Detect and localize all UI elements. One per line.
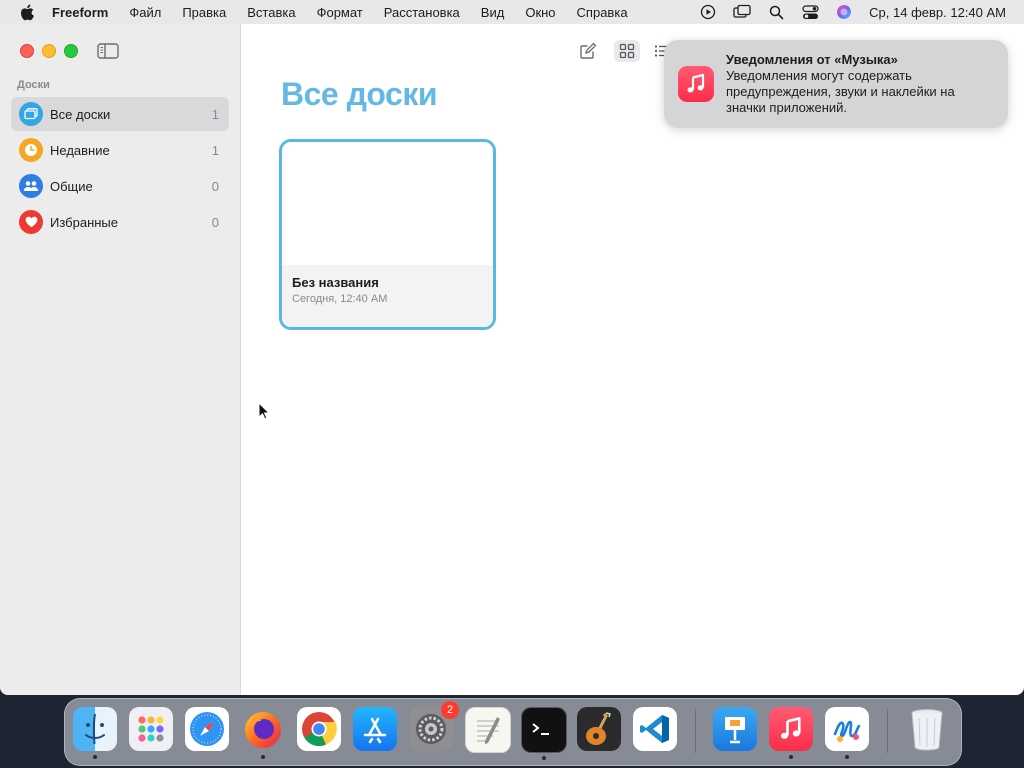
people-icon xyxy=(19,174,43,198)
sidebar-item-count: 1 xyxy=(211,142,219,158)
sidebar-item-label: Все доски xyxy=(50,106,111,122)
page-title: Все доски xyxy=(281,76,438,112)
menu-format[interactable]: Формат xyxy=(317,5,363,20)
notification-body: Уведомления могут содержать предупрежден… xyxy=(726,68,955,115)
freeform-icon[interactable] xyxy=(825,707,869,759)
safari-icon[interactable] xyxy=(185,707,229,751)
sidebar-list: Все доски 1 Недавние 1 Общие 0 Избранные… xyxy=(11,97,229,241)
sidebar-item-count: 0 xyxy=(211,178,219,194)
vscode-icon[interactable] xyxy=(633,707,677,751)
dock-separator xyxy=(887,709,888,753)
running-indicator xyxy=(542,756,546,760)
sidebar-toggle-icon[interactable] xyxy=(97,43,119,59)
menubar-clock[interactable]: Ср, 14 февр. 12:40 AM xyxy=(869,5,1006,20)
terminal-icon[interactable] xyxy=(521,707,567,760)
play-status-icon[interactable] xyxy=(699,3,717,21)
sidebar-item-all-boards[interactable]: Все доски 1 xyxy=(11,97,229,131)
new-board-button[interactable] xyxy=(575,40,601,62)
sidebar-section-label: Доски xyxy=(17,79,50,91)
keynote-icon[interactable] xyxy=(713,707,757,751)
search-icon[interactable] xyxy=(767,3,785,21)
sidebar-item-label: Недавние xyxy=(50,142,110,158)
firefox-icon[interactable] xyxy=(241,707,285,759)
running-indicator xyxy=(789,755,793,759)
menu-window[interactable]: Окно xyxy=(525,5,555,20)
board-info: Без названия Сегодня, 12:40 AM xyxy=(282,265,493,327)
heart-icon xyxy=(19,210,43,234)
running-indicator xyxy=(845,755,849,759)
menu-app-name[interactable]: Freeform xyxy=(52,5,108,20)
dock: 2 xyxy=(64,698,962,766)
notification-banner[interactable]: Уведомления от «Музыка» Уведомления могу… xyxy=(664,40,1008,128)
sidebar: Доски Все доски 1 Недавние 1 Общие 0 Изб… xyxy=(0,24,241,695)
notification-badge: 2 xyxy=(441,701,459,719)
siri-icon[interactable] xyxy=(835,3,853,21)
control-center-icon[interactable] xyxy=(801,3,819,21)
menu-view[interactable]: Вид xyxy=(481,5,505,20)
system-settings-icon[interactable]: 2 xyxy=(409,701,459,751)
grid-view-button[interactable] xyxy=(614,40,640,62)
music-icon xyxy=(678,66,714,102)
menu-edit[interactable]: Правка xyxy=(182,5,226,20)
notification-title: Уведомления от «Музыка» xyxy=(726,52,898,67)
menu-arrange[interactable]: Расстановка xyxy=(384,5,460,20)
board-thumbnail xyxy=(282,142,493,265)
launchpad-icon[interactable] xyxy=(129,707,173,751)
sidebar-item-label: Общие xyxy=(50,178,93,194)
all-boards-icon xyxy=(19,102,43,126)
app-store-icon[interactable] xyxy=(353,707,397,751)
board-card[interactable]: Без названия Сегодня, 12:40 AM xyxy=(279,139,496,330)
minimize-button[interactable] xyxy=(42,44,56,58)
sidebar-item-recent[interactable]: Недавние 1 xyxy=(11,133,229,167)
menu-help[interactable]: Справка xyxy=(577,5,628,20)
garageband-icon[interactable] xyxy=(577,707,621,751)
screen-mirroring-icon[interactable] xyxy=(733,3,751,21)
sidebar-item-shared[interactable]: Общие 0 xyxy=(11,169,229,203)
running-indicator xyxy=(261,755,265,759)
chrome-icon[interactable] xyxy=(297,707,341,751)
finder-icon[interactable] xyxy=(73,707,117,759)
music-icon[interactable] xyxy=(769,707,813,759)
dock-separator xyxy=(695,709,696,753)
menu-bar: Freeform Файл Правка Вставка Формат Расс… xyxy=(0,0,1024,24)
running-indicator xyxy=(93,755,97,759)
board-date: Сегодня, 12:40 AM xyxy=(292,293,388,305)
board-name: Без названия xyxy=(292,275,379,290)
sidebar-item-count: 0 xyxy=(211,214,219,230)
sidebar-item-favorites[interactable]: Избранные 0 xyxy=(11,205,229,239)
close-button[interactable] xyxy=(20,44,34,58)
menu-file[interactable]: Файл xyxy=(129,5,161,20)
sidebar-item-label: Избранные xyxy=(50,214,118,230)
trash-icon[interactable] xyxy=(905,707,949,751)
zoom-button[interactable] xyxy=(64,44,78,58)
window-controls xyxy=(20,44,78,58)
mouse-cursor-icon xyxy=(258,401,271,420)
menu-insert[interactable]: Вставка xyxy=(247,5,295,20)
textedit-icon[interactable] xyxy=(465,707,511,753)
clock-icon xyxy=(19,138,43,162)
sidebar-item-count: 1 xyxy=(211,106,219,122)
apple-menu-icon[interactable] xyxy=(18,3,36,21)
